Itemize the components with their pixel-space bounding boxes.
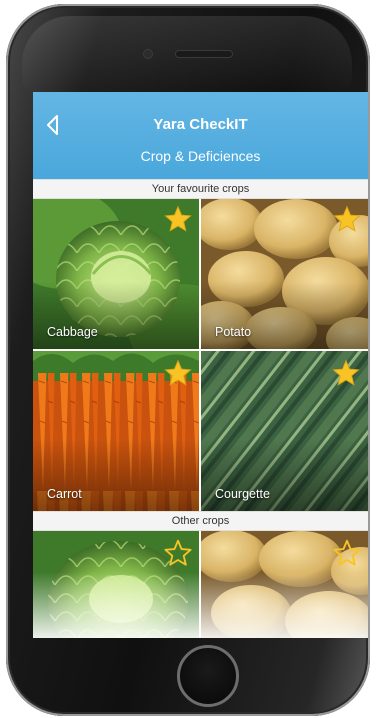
crop-name-potato: Potato: [215, 325, 252, 339]
star-filled-icon[interactable]: [333, 205, 361, 233]
earpiece-speaker: [176, 51, 232, 57]
star-filled-icon[interactable]: [332, 359, 360, 387]
app-header: Yara CheckIT Crop & Deficiences: [33, 92, 368, 179]
other-crops-section-header: Other crops: [33, 511, 368, 531]
crop-name-carrot: Carrot: [47, 487, 82, 501]
app-title: Yara CheckIT: [153, 116, 248, 133]
crop-tile-potato[interactable]: Potato: [201, 199, 368, 349]
star-filled-icon[interactable]: [164, 359, 192, 387]
favourite-crops-section-header: Your favourite crops: [33, 179, 368, 199]
crop-tile-other-1[interactable]: [33, 531, 199, 638]
star-filled-icon[interactable]: [164, 205, 192, 233]
front-camera: [144, 50, 152, 58]
crop-tile-courgette[interactable]: Courgette: [201, 351, 368, 511]
screen-subtitle: Crop & Deficiences: [140, 148, 261, 164]
crop-tile-cabbage[interactable]: Cabbage: [33, 199, 199, 349]
crop-name-cabbage: Cabbage: [47, 325, 98, 339]
crop-tile-other-2[interactable]: [201, 531, 368, 638]
app-screen: Yara CheckIT Crop & Deficiences Your fav…: [33, 92, 368, 638]
home-button[interactable]: [177, 645, 239, 707]
star-outline-icon[interactable]: [164, 539, 192, 567]
star-outline-icon[interactable]: [333, 539, 361, 567]
crop-name-courgette: Courgette: [215, 487, 270, 501]
crop-tile-carrot[interactable]: Carrot: [33, 351, 199, 511]
